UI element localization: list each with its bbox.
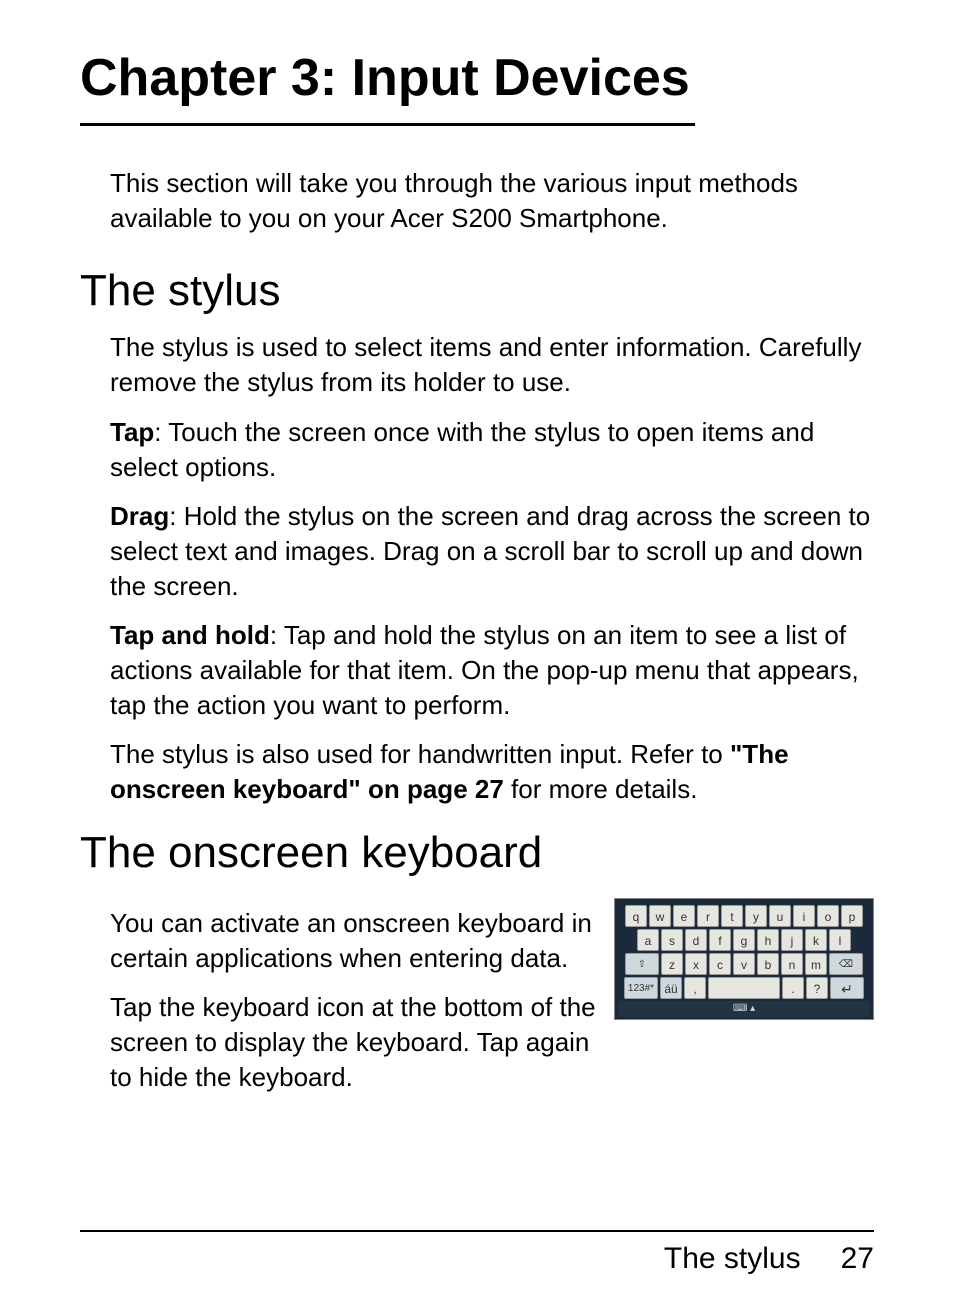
key-s: s (661, 929, 683, 951)
key-l: l (829, 929, 851, 951)
key-u: u (769, 905, 791, 927)
key-space (708, 977, 780, 999)
section-the-stylus: The stylus (80, 266, 874, 316)
tap-text: : Touch the screen once with the stylus … (110, 417, 814, 482)
keyboard-row-3: ⇧ z x c v b n m ⌫ (619, 953, 869, 975)
handwriting-text-b: for more details. (504, 774, 698, 804)
keyboard-row-4: 123#* áü , . ? ↵ (619, 977, 869, 999)
section-onscreen-keyboard: The onscreen keyboard (80, 828, 874, 878)
chapter-title: Chapter 3: Input Devices (80, 50, 695, 126)
footer-page-number: 27 (841, 1242, 874, 1276)
key-o: o (817, 905, 839, 927)
key-h: h (757, 929, 779, 951)
key-period: . (782, 977, 804, 999)
key-v: v (733, 953, 755, 975)
key-f: f (709, 929, 731, 951)
key-t: t (721, 905, 743, 927)
drag-paragraph: Drag: Hold the stylus on the screen and … (110, 499, 874, 604)
drag-label: Drag (110, 501, 169, 531)
onscreen-keyboard-figure: q w e r t y u i o p a s d f g h j k l (614, 898, 874, 1020)
tap-label: Tap (110, 417, 154, 447)
key-shift-icon: ⇧ (625, 953, 659, 975)
handwriting-paragraph: The stylus is also used for handwritten … (110, 737, 874, 807)
intro-paragraph: This section will take you through the v… (110, 166, 874, 236)
drag-text: : Hold the stylus on the screen and drag… (110, 501, 870, 601)
page: Chapter 3: Input Devices This section wi… (0, 0, 954, 1316)
key-g: g (733, 929, 755, 951)
key-enter-icon: ↵ (830, 977, 864, 999)
keyboard-p2: Tap the keyboard icon at the bottom of t… (110, 990, 596, 1095)
key-d: d (685, 929, 707, 951)
keyboard-footer-bar: ⌨ ▴ (619, 1001, 869, 1017)
key-q: q (625, 905, 647, 927)
key-comma: , (684, 977, 706, 999)
footer-running-title: The stylus (664, 1242, 801, 1276)
key-r: r (697, 905, 719, 927)
keyboard-row-1: q w e r t y u i o p (619, 905, 869, 927)
stylus-intro-paragraph: The stylus is used to select items and e… (110, 330, 874, 400)
key-b: b (757, 953, 779, 975)
key-x: x (685, 953, 707, 975)
key-accents: áü (660, 977, 682, 999)
key-k: k (805, 929, 827, 951)
key-i: i (793, 905, 815, 927)
key-c: c (709, 953, 731, 975)
key-backspace-icon: ⌫ (829, 953, 863, 975)
key-e: e (673, 905, 695, 927)
key-n: n (781, 953, 803, 975)
key-a: a (637, 929, 659, 951)
key-w: w (649, 905, 671, 927)
handwriting-text-a: The stylus is also used for handwritten … (110, 739, 730, 769)
key-y: y (745, 905, 767, 927)
keyboard-p1: You can activate an onscreen keyboard in… (110, 906, 596, 976)
key-m: m (805, 953, 827, 975)
key-p: p (841, 905, 863, 927)
key-symbols: 123#* (624, 977, 658, 999)
tap-paragraph: Tap: Touch the screen once with the styl… (110, 415, 874, 485)
keyboard-toggle-icon: ⌨ ▴ (733, 1003, 755, 1014)
key-question: ? (806, 977, 828, 999)
keyboard-row-2: a s d f g h j k l (619, 929, 869, 951)
key-j: j (781, 929, 803, 951)
tap-hold-paragraph: Tap and hold: Tap and hold the stylus on… (110, 618, 874, 723)
key-z: z (661, 953, 683, 975)
tap-hold-label: Tap and hold (110, 620, 270, 650)
page-footer: The stylus 27 (80, 1230, 874, 1276)
